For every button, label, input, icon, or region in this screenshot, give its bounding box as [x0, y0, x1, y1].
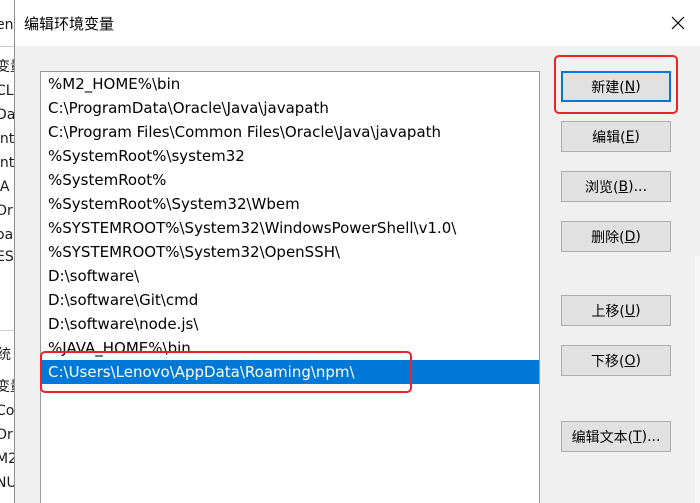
move-down-button-end: ) — [635, 352, 641, 369]
move-down-button-key: O — [624, 352, 636, 369]
background-window: eno 变量 CL Da int int JA Or oa ES 统 变量 Co… — [0, 0, 15, 503]
bg-fragment: Co — [0, 403, 15, 419]
path-list-item[interactable]: C:\ProgramData\Oracle\Java\javapath — [42, 96, 539, 120]
bg-fragment: 变量 — [0, 56, 14, 78]
path-list-item[interactable]: %SYSTEMROOT%\System32\OpenSSH\ — [42, 240, 539, 264]
bg-fragment: CL — [0, 83, 14, 99]
new-button[interactable]: 新建(N) — [561, 71, 671, 102]
new-button-label: 新建( — [591, 79, 625, 96]
path-list-item[interactable]: %SystemRoot% — [42, 168, 539, 192]
edit-text-button[interactable]: 编辑文本(T)... — [561, 421, 671, 452]
delete-button-label: 删除( — [591, 229, 625, 246]
bg-fragment: oa — [0, 227, 14, 243]
bg-fragment: int — [0, 155, 15, 171]
edit-button[interactable]: 编辑(E) — [561, 121, 671, 152]
move-up-button-key: U — [624, 302, 636, 319]
delete-button-key: D — [624, 228, 636, 245]
move-down-button-label: 下移( — [591, 353, 625, 370]
browse-button[interactable]: 浏览(B)... — [561, 171, 671, 202]
edit-button-key: E — [625, 128, 635, 145]
bg-divider — [0, 46, 14, 47]
edit-button-label: 编辑( — [592, 129, 626, 146]
browse-button-end: )... — [628, 178, 647, 195]
edit-button-end: ) — [634, 128, 640, 145]
browse-button-key: B — [618, 178, 629, 195]
new-button-end: ) — [635, 78, 641, 95]
bg-fragment: Da — [0, 107, 15, 123]
bg-fragment: Or — [0, 203, 13, 219]
bg-fragment: Or — [0, 427, 13, 443]
move-up-button-label: 上移( — [591, 303, 625, 320]
close-icon — [671, 16, 685, 30]
bg-fragment: ES — [0, 249, 14, 265]
close-button[interactable] — [655, 0, 700, 46]
bg-fragment: int — [0, 131, 15, 147]
background-edge — [695, 256, 700, 503]
edit-text-button-label: 编辑文本( — [571, 429, 634, 446]
move-up-button-end: ) — [635, 302, 641, 319]
browse-button-label: 浏览( — [585, 179, 619, 196]
edit-env-var-dialog: 编辑环境变量 %M2_HOME%\bin C:\ProgramData\Orac… — [14, 0, 700, 503]
bg-fragment: eno — [0, 17, 14, 33]
delete-button-end: ) — [635, 228, 641, 245]
path-list-item[interactable]: %SystemRoot%\system32 — [42, 144, 539, 168]
path-list[interactable]: %M2_HOME%\bin C:\ProgramData\Oracle\Java… — [40, 71, 540, 503]
delete-button[interactable]: 删除(D) — [561, 221, 671, 252]
path-list-item[interactable]: D:\software\node.js\ — [42, 312, 539, 336]
bg-divider — [0, 330, 14, 331]
path-list-item[interactable]: %M2_HOME%\bin — [42, 72, 539, 96]
path-list-item[interactable]: D:\software\ — [42, 264, 539, 288]
edit-text-button-key: T — [633, 428, 642, 445]
path-list-item-selected[interactable]: C:\Users\Lenovo\AppData\Roaming\npm\ — [42, 360, 539, 384]
path-list-item[interactable]: %JAVA_HOME%\bin — [42, 336, 539, 360]
path-list-item[interactable]: C:\Program Files\Common Files\Oracle\Jav… — [42, 120, 539, 144]
path-list-item[interactable]: %SystemRoot%\System32\Wbem — [42, 192, 539, 216]
new-button-key: N — [624, 78, 636, 95]
bg-fragment: M2 — [0, 448, 14, 470]
dialog-title: 编辑环境变量 — [24, 15, 115, 33]
bg-fragment: NU — [0, 472, 14, 494]
move-up-button[interactable]: 上移(U) — [561, 295, 671, 326]
move-down-button[interactable]: 下移(O) — [561, 345, 671, 376]
bg-section-title: 统 — [0, 344, 11, 364]
path-list-item[interactable]: D:\software\Git\cmd — [42, 288, 539, 312]
path-list-item[interactable]: %SYSTEMROOT%\System32\WindowsPowerShell\… — [42, 216, 539, 240]
edit-text-button-end: )... — [641, 428, 661, 445]
bg-fragment: JA — [0, 179, 10, 195]
bg-fragment: 变量 — [0, 376, 14, 398]
title-bar: 编辑环境变量 — [15, 0, 700, 46]
